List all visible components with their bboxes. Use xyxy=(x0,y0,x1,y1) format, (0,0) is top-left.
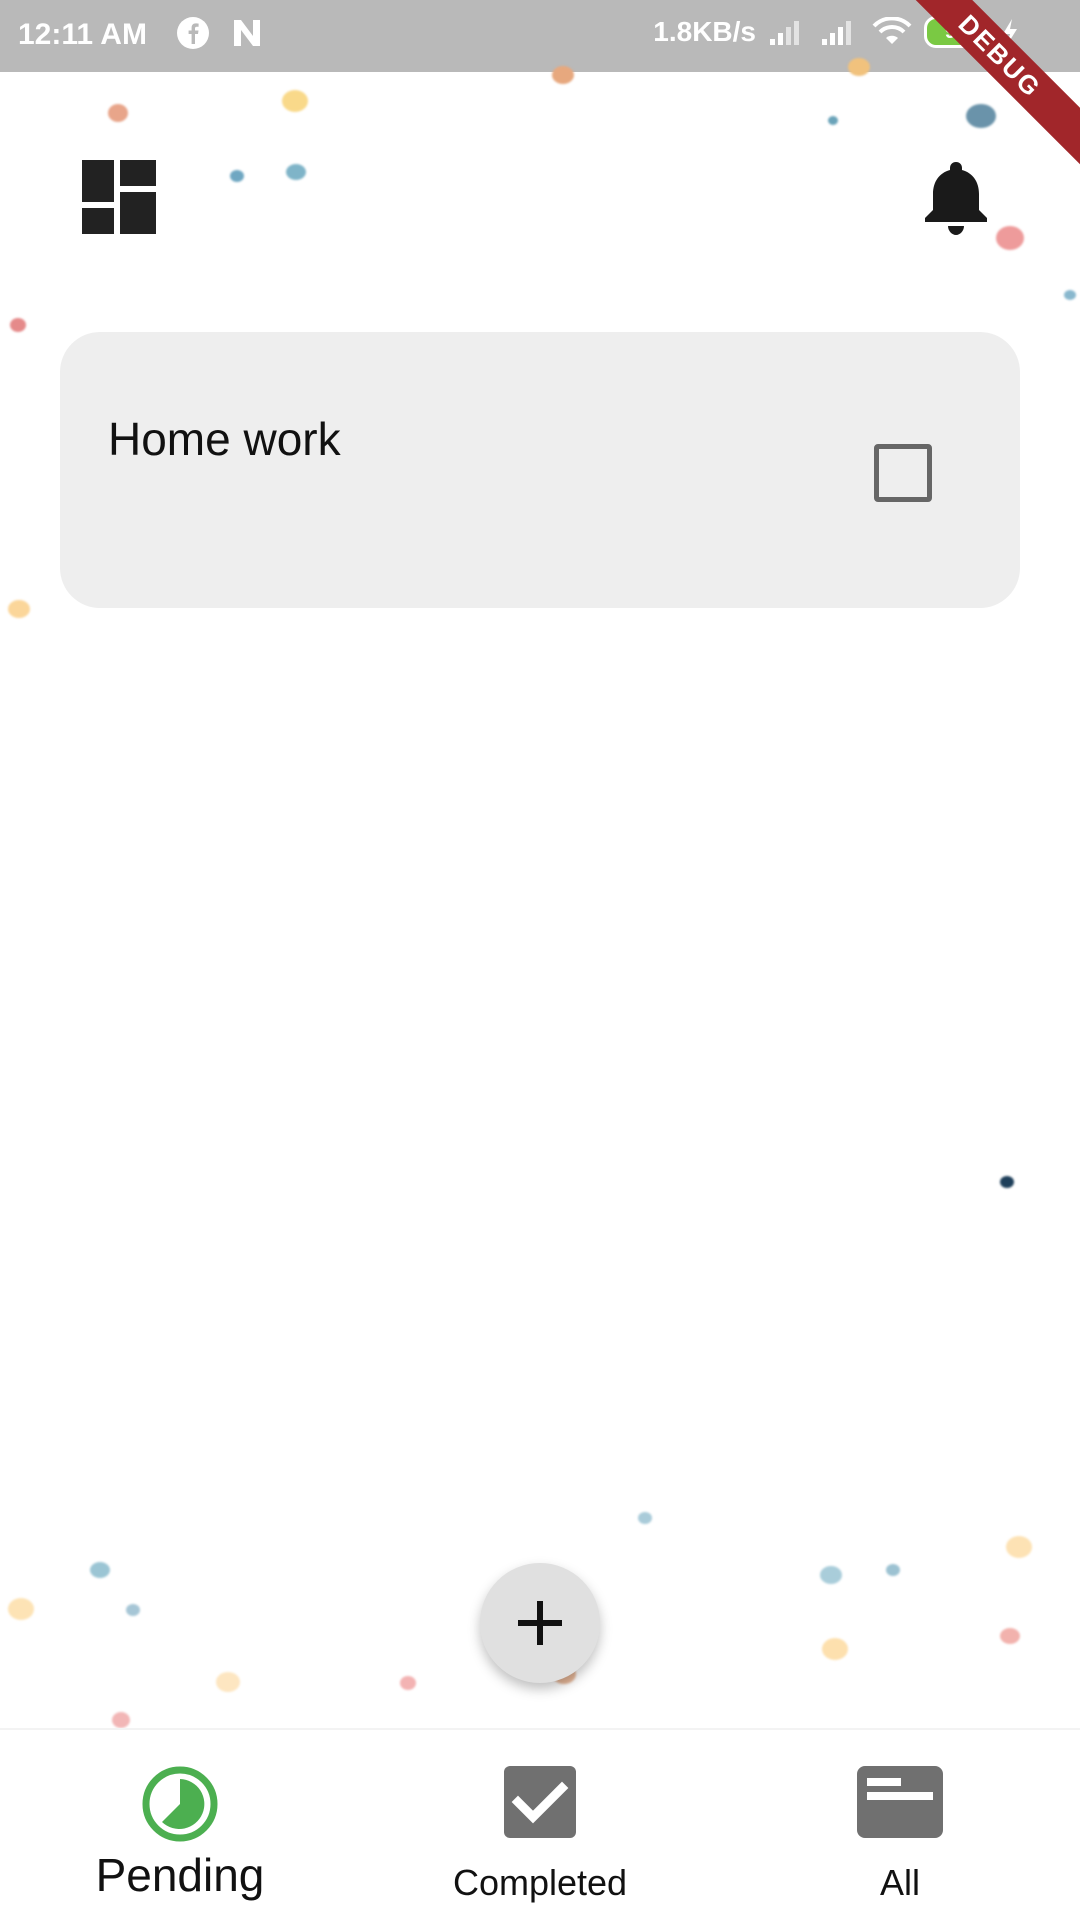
nav-item-completed[interactable]: Completed xyxy=(360,1730,720,1920)
confetti-dot xyxy=(552,66,574,84)
add-task-button[interactable] xyxy=(480,1563,600,1683)
status-time: 12:11 AM xyxy=(18,18,147,51)
confetti-dot xyxy=(282,90,308,112)
signal-icon-2 xyxy=(822,21,851,45)
task-checkbox[interactable] xyxy=(874,444,932,502)
app-screen: 12:11 AM 1.8KB/s DEBUG Home work Pending… xyxy=(0,0,1080,1920)
confetti-dot xyxy=(886,1564,900,1576)
n-app-icon xyxy=(234,20,260,46)
confetti-dot xyxy=(638,1512,652,1524)
confetti-dot xyxy=(1000,1628,1020,1644)
bottom-navigation: Pending Completed All xyxy=(0,1728,1080,1920)
status-bar: 12:11 AM 1.8KB/s xyxy=(0,0,1080,72)
confetti-dot xyxy=(8,1598,34,1620)
nav-label-completed: Completed xyxy=(452,1862,628,1903)
confetti-dot xyxy=(10,318,26,332)
pending-clock-icon xyxy=(142,1766,218,1842)
nav-label-pending: Pending xyxy=(95,1849,265,1901)
confetti-dot xyxy=(1000,1176,1014,1188)
confetti-dot xyxy=(112,1712,130,1728)
dashboard-icon[interactable] xyxy=(82,160,156,234)
task-card[interactable]: Home work xyxy=(60,332,1020,608)
confetti-dot xyxy=(1006,1536,1032,1558)
confetti-dot xyxy=(966,104,996,128)
plus-icon xyxy=(518,1601,562,1645)
nav-item-all[interactable]: All xyxy=(720,1730,1080,1920)
task-title: Home work xyxy=(108,413,341,465)
signal-icon-1 xyxy=(770,21,799,45)
checkbox-checked-icon xyxy=(504,1766,576,1838)
confetti-dot xyxy=(400,1676,416,1690)
nav-label-all: All xyxy=(879,1862,920,1903)
facebook-icon xyxy=(177,17,209,49)
notification-icons xyxy=(176,16,264,50)
confetti-dot xyxy=(828,116,838,125)
confetti-dot xyxy=(8,600,30,618)
confetti-dot xyxy=(108,104,128,122)
confetti-dot xyxy=(848,58,870,76)
confetti-dot xyxy=(996,226,1024,250)
confetti-dot xyxy=(286,164,306,180)
confetti-dot xyxy=(230,170,244,182)
list-card-icon xyxy=(857,1766,943,1838)
network-speed: 1.8KB/s xyxy=(653,16,756,47)
confetti-dot xyxy=(216,1672,240,1692)
wifi-icon xyxy=(872,17,912,44)
confetti-dot xyxy=(820,1566,842,1584)
bell-icon[interactable] xyxy=(922,158,990,238)
confetti-dot xyxy=(90,1562,110,1578)
nav-item-pending[interactable]: Pending xyxy=(0,1730,360,1920)
confetti-dot xyxy=(126,1604,140,1616)
confetti-dot xyxy=(822,1638,848,1660)
confetti-dot xyxy=(1064,290,1076,300)
